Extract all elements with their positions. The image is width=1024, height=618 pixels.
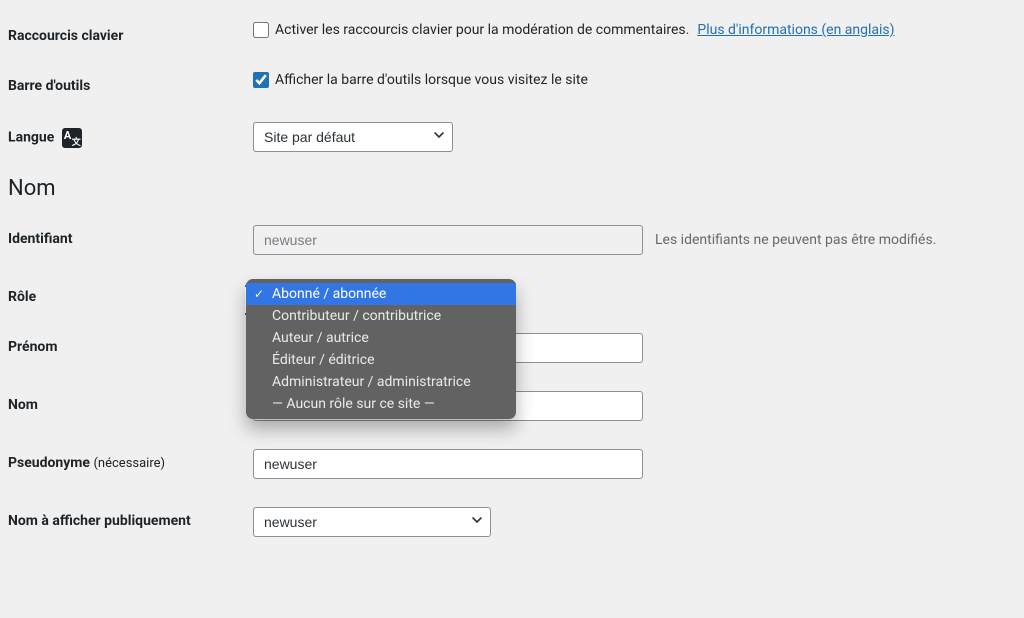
role-option-label: Éditeur / éditrice — [272, 352, 375, 368]
lastname-label: Nom — [8, 391, 253, 413]
role-option-administrator[interactable]: Administrateur / administratrice — [246, 371, 516, 393]
language-label-text: Langue — [8, 130, 54, 146]
username-label: Identifiant — [8, 225, 253, 247]
shortcuts-checkbox-wrap[interactable]: Activer les raccourcis clavier pour la m… — [253, 22, 689, 38]
translate-icon: A — [62, 128, 82, 148]
role-option-contributor[interactable]: Contributeur / contributrice — [246, 305, 516, 327]
nickname-required-text: (nécessaire) — [93, 456, 165, 471]
role-option-label: — Aucun rôle sur ce site — — [272, 396, 435, 412]
shortcuts-more-info-link[interactable]: Plus d'informations (en anglais) — [697, 22, 894, 38]
shortcuts-checkbox-text: Activer les raccourcis clavier pour la m… — [275, 22, 689, 38]
nickname-input[interactable] — [253, 449, 643, 479]
role-option-author[interactable]: Auteur / autrice — [246, 327, 516, 349]
role-option-label: Abonné / abonnée — [272, 286, 386, 302]
role-label: Rôle — [8, 283, 253, 305]
role-option-editor[interactable]: Éditeur / éditrice — [246, 349, 516, 371]
display-name-label: Nom à afficher publiquement — [8, 507, 253, 529]
name-section-title: Nom — [8, 176, 56, 201]
language-label: Langue A — [8, 122, 253, 148]
firstname-label: Prénom — [8, 333, 253, 355]
role-option-label: Contributeur / contributrice — [272, 308, 441, 324]
role-dropdown[interactable]: ✓ Abonné / abonnée Contributeur / contri… — [246, 279, 516, 419]
language-select[interactable]: Site par défaut — [253, 122, 453, 152]
toolbar-label: Barre d'outils — [8, 72, 253, 94]
check-icon: ✓ — [254, 287, 264, 301]
nickname-label-text: Pseudonyme — [8, 455, 90, 471]
username-input — [253, 225, 643, 255]
role-option-label: Auteur / autrice — [272, 330, 369, 346]
toolbar-checkbox-text: Afficher la barre d'outils lorsque vous … — [275, 72, 588, 88]
shortcuts-label: Raccourcis clavier — [8, 22, 253, 44]
role-option-none[interactable]: — Aucun rôle sur ce site — — [246, 393, 516, 415]
role-option-subscriber[interactable]: ✓ Abonné / abonnée — [246, 283, 516, 305]
toolbar-checkbox-wrap[interactable]: Afficher la barre d'outils lorsque vous … — [253, 72, 588, 88]
username-desc: Les identifiants ne peuvent pas être mod… — [655, 232, 936, 248]
role-option-label: Administrateur / administratrice — [272, 374, 471, 390]
display-name-select[interactable]: newuser — [253, 507, 491, 537]
shortcuts-checkbox[interactable] — [253, 22, 269, 38]
toolbar-checkbox[interactable] — [253, 72, 269, 88]
nickname-label: Pseudonyme (nécessaire) — [8, 449, 253, 471]
